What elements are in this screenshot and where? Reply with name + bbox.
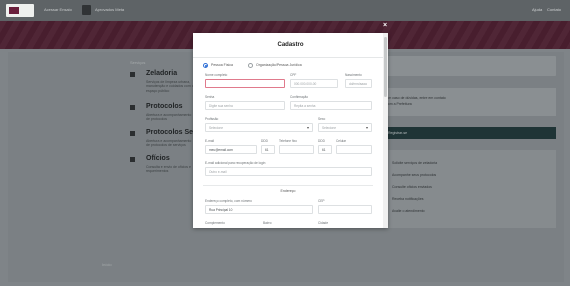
breadcrumb: Serviços	[130, 60, 146, 65]
help-link[interactable]: Ajuda	[532, 7, 542, 12]
right-info-line: Em caso de dúvidas, entre em contato	[386, 96, 446, 100]
register-button[interactable]: Registrar-se	[380, 127, 556, 139]
divider	[203, 185, 373, 186]
label-ddd: DDD	[318, 139, 325, 143]
label-bairro: Bairro	[263, 221, 272, 225]
close-icon[interactable]: ×	[383, 22, 387, 29]
sex-select[interactable]: Selecione	[318, 123, 372, 132]
right-panel-header	[380, 56, 556, 76]
list-item: Consulte ofícios enviados	[392, 185, 432, 189]
register-button-label: Registrar-se	[388, 131, 408, 135]
phone-input[interactable]	[279, 145, 314, 154]
label-nascimento: Nascimento	[345, 73, 362, 77]
mobile-input[interactable]	[336, 145, 372, 154]
radio-label: Pessoa Física	[211, 63, 233, 67]
service-desc: Serviços de limpeza urbana, manutenção e…	[146, 80, 194, 93]
file-icon	[130, 157, 135, 162]
cep-input[interactable]	[318, 205, 372, 214]
service-title: Protocolos	[146, 103, 183, 110]
contact-link[interactable]: Contato	[547, 7, 561, 12]
apps-icon[interactable]	[82, 5, 91, 15]
scroll-thumb[interactable]	[384, 37, 387, 97]
label-sexo: Sexo	[318, 117, 326, 121]
label-profissao: Profissão	[205, 117, 219, 121]
broom-icon	[130, 72, 135, 77]
ddd-phone-input[interactable]: 61	[261, 145, 275, 154]
label-senha: Senha	[205, 95, 215, 99]
top-bar: Acessar Ensaio Aprovados Meta Ajuda Cont…	[0, 0, 570, 21]
list-item: Avalie o atendimento	[392, 209, 425, 213]
topbar-link-2[interactable]: Aprovados Meta	[95, 7, 124, 12]
email-input[interactable]: meu@email.com	[205, 145, 257, 154]
cpf-input[interactable]: 000.000.000-00	[290, 79, 338, 88]
topbar-link-1[interactable]: Acessar Ensaio	[44, 7, 72, 12]
label-endereco: Endereço completo, com número	[205, 199, 252, 203]
name-input[interactable]	[205, 79, 285, 88]
section-address-title: Endereço	[280, 189, 296, 193]
label-cidade: Cidade	[318, 221, 329, 225]
radio-label: Organização/Pessoa Jurídica	[256, 63, 302, 67]
birthdate-input[interactable]: dd/mm/aaaa	[345, 79, 372, 88]
label-ddd: DDD	[261, 139, 268, 143]
list-item: Solicite serviços de zeladoria	[392, 161, 438, 165]
list-item: Acompanhe seus protocolos	[392, 173, 437, 177]
service-title: Protocolos Serv	[146, 129, 200, 136]
service-desc: Abertura e acompanhamento de protocolos …	[146, 139, 192, 148]
service-desc: Abertura e acompanhamento de protocolos	[146, 113, 192, 122]
signup-modal: Cadastro Pessoa Física Organização/Pesso…	[193, 33, 388, 228]
ddd-mobile-input[interactable]: 61	[318, 145, 332, 154]
document-icon	[130, 131, 135, 136]
service-title: Zeladoria	[146, 70, 178, 77]
label-email: E-mail	[205, 139, 215, 143]
label-celular: Celular	[336, 139, 347, 143]
recovery-email-input[interactable]: Outro e-mail	[205, 167, 372, 176]
label-email-alt: E-mail adicional para recuperação de log…	[205, 161, 266, 165]
label-confirmacao: Confirmação	[290, 95, 309, 99]
password-input[interactable]: Digite sua senha	[205, 101, 285, 110]
divider	[193, 57, 383, 58]
footer-link[interactable]: Início	[102, 262, 112, 267]
right-feature-list: Solicite serviços de zeladoria Acompanhe…	[380, 150, 556, 228]
modal-title: Cadastro	[277, 42, 304, 48]
service-desc: Consulta e envio de ofícios e requerimen…	[146, 165, 191, 174]
document-icon	[130, 105, 135, 110]
service-title: Ofícios	[146, 155, 170, 162]
label-complemento: Complemento	[205, 221, 225, 225]
label-nome: Nome completo	[205, 73, 228, 77]
address-input[interactable]: Rua Principal 10	[205, 205, 313, 214]
label-cep: CEP	[318, 199, 325, 203]
logo	[6, 4, 34, 17]
profession-select[interactable]: Selecione	[205, 123, 313, 132]
confirm-password-input[interactable]: Repita a senha	[290, 101, 372, 110]
radio-pessoa-juridica[interactable]	[248, 63, 253, 68]
scrollbar[interactable]	[383, 33, 388, 228]
label-telefone: Telefone fixo	[279, 139, 297, 143]
list-item: Receba notificações	[392, 197, 424, 201]
right-info-line: com a Prefeitura	[386, 102, 412, 106]
radio-pessoa-fisica[interactable]	[203, 63, 208, 68]
label-cpf: CPF	[290, 73, 297, 77]
